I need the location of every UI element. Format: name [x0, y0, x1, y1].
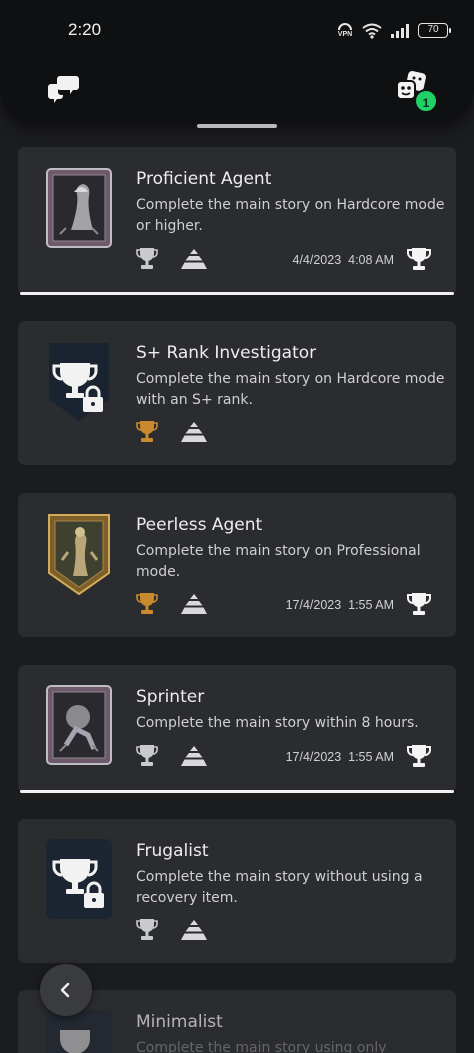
- trophy-title: Frugalist: [136, 841, 209, 861]
- trophy-art: [46, 1010, 112, 1053]
- chevron-left-icon: [60, 982, 70, 998]
- earned-trophy-icon: [407, 745, 431, 767]
- earned-trophy-icon: [407, 593, 431, 615]
- trophy-card[interactable]: Sprinter Complete the main story within …: [18, 665, 456, 793]
- rarity-pyramid-icon: [181, 920, 207, 940]
- trophy-description: Complete the main story on Hardcore mode…: [136, 197, 445, 234]
- rarity-pyramid-icon: [181, 249, 207, 269]
- trophy-title: Minimalist: [136, 1012, 223, 1032]
- trophy-card[interactable]: S+ Rank Investigator Complete the main s…: [18, 321, 456, 465]
- rarity-pyramid-icon: [181, 746, 207, 766]
- trophy-description: Complete the main story within 8 hours.: [136, 715, 419, 731]
- trophy-description: Complete the main story on Hardcore mode…: [136, 371, 445, 408]
- earned-date: 4/4/2023 4:08 AM: [293, 253, 395, 267]
- earned-date-time: 1:55 AM: [348, 598, 394, 612]
- trophy-title: Peerless Agent: [136, 515, 263, 535]
- earned-date: 17/4/2023 1:55 AM: [286, 750, 394, 764]
- earned-date-day: 17/4/2023: [285, 598, 342, 612]
- trophy-description: Complete the main story on Professional …: [136, 543, 421, 580]
- signal-icon: [391, 23, 409, 38]
- earned-date-time: 4:08 AM: [348, 253, 394, 267]
- trophy-art: [46, 685, 112, 765]
- trophy-art: [46, 512, 112, 596]
- status-bar: 2:20 VPN 70: [0, 0, 474, 60]
- trophy-art: [46, 839, 112, 919]
- notification-badge: 1: [414, 89, 438, 113]
- status-icons: VPN 70: [337, 22, 451, 39]
- bronze-trophy-icon: [136, 593, 158, 614]
- sheet-handle[interactable]: [197, 124, 277, 128]
- vpn-label: VPN: [337, 31, 353, 38]
- status-time: 2:20: [68, 20, 102, 39]
- trophy-title: S+ Rank Investigator: [136, 343, 317, 363]
- silver-trophy-icon: [136, 745, 158, 766]
- back-button[interactable]: [40, 964, 92, 1016]
- earned-date-day: 17/4/2023: [285, 750, 342, 764]
- rarity-pyramid-icon: [181, 594, 207, 614]
- earned-date-time: 1:55 AM: [348, 750, 394, 764]
- battery-indicator: 70: [418, 23, 451, 38]
- chat-bubbles-icon: [48, 76, 79, 103]
- app-header: 2:20 VPN 70 1: [0, 0, 474, 123]
- trophy-title: Sprinter: [136, 687, 205, 707]
- earned-trophy-icon: [407, 248, 431, 270]
- wifi-icon: [362, 23, 382, 39]
- earned-date: 17/4/2023 1:55 AM: [286, 598, 394, 612]
- trophy-art: [46, 339, 112, 421]
- trophy-title: Proficient Agent: [136, 169, 272, 189]
- trophy-card[interactable]: Frugalist Complete the main story withou…: [18, 819, 456, 963]
- rarity-pyramid-icon: [181, 422, 207, 442]
- trophy-description: Complete the main story without using a …: [136, 869, 423, 906]
- earned-date-day: 4/4/2023: [292, 253, 342, 267]
- bronze-trophy-icon: [136, 421, 158, 442]
- trophy-description: Complete the main story using only: [136, 1040, 387, 1053]
- chat-button[interactable]: [44, 68, 84, 108]
- trophy-card[interactable]: Proficient Agent Complete the main story…: [18, 147, 456, 295]
- vpn-icon: VPN: [337, 22, 353, 39]
- trophy-art: [46, 168, 112, 248]
- silver-trophy-icon: [136, 248, 158, 269]
- trophy-card[interactable]: Peerless Agent Complete the main story o…: [18, 493, 456, 637]
- silver-trophy-icon: [136, 919, 158, 940]
